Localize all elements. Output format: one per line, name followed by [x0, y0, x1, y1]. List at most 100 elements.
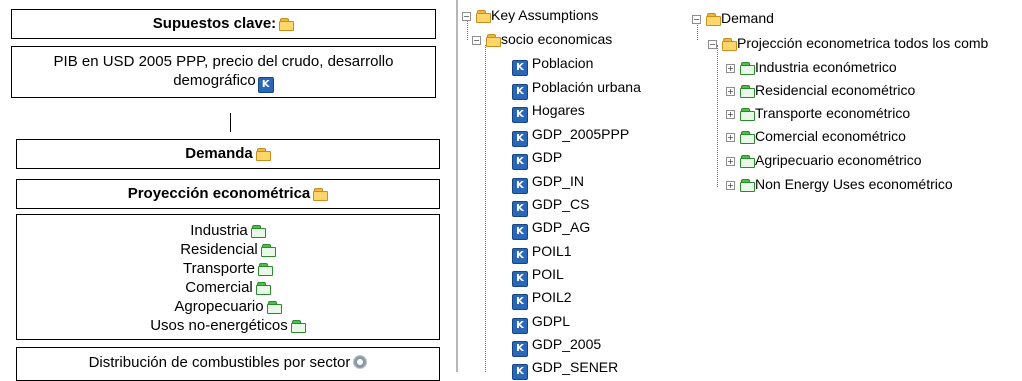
expand-toggle-icon[interactable]: + [726, 110, 735, 119]
expand-toggle-icon[interactable]: + [726, 133, 735, 142]
collapse-toggle-icon[interactable]: − [472, 36, 481, 45]
folder-green-icon [260, 242, 276, 257]
sector-label: Usos no-energéticos [150, 317, 288, 334]
tree-item[interactable]: + Transporte econométrico [726, 105, 910, 122]
pib-text-line1: PIB en USD 2005 PPP, precio del crudo, d… [53, 53, 394, 70]
supuestos-clave-label: Supuestos clave: [152, 15, 277, 32]
variable-k-icon: K [512, 201, 528, 217]
folder-green-icon [250, 223, 266, 238]
tree-item[interactable]: + Residencial econométrico [726, 82, 915, 99]
tree-item[interactable]: K GDP_CS [510, 196, 589, 217]
tree-item[interactable]: K POIL2 [510, 289, 572, 310]
tree-item[interactable]: K GDP_AG [510, 219, 590, 240]
variable-k-icon: K [512, 131, 528, 147]
expand-toggle-icon[interactable]: + [726, 181, 735, 190]
connector-line [230, 113, 231, 132]
tree-item-label: GDPL [531, 313, 571, 329]
tree-item-label: Hogares [531, 102, 585, 118]
folder-green-icon [739, 83, 755, 98]
variable-k-icon: K [512, 224, 528, 240]
tree-node-label: socio economicas [501, 31, 613, 47]
expand-toggle-icon[interactable]: + [726, 157, 735, 166]
sector-row: Agropecuario [17, 297, 439, 316]
tree-node-projeccion[interactable]: − Projección econometrica todos los comb [708, 35, 988, 52]
tree-item[interactable]: K POIL1 [510, 243, 572, 264]
tree-item-label: Non Energy Uses econométrico [755, 176, 953, 192]
tree-item[interactable]: K Poblacion [510, 55, 593, 76]
pib-box: PIB en USD 2005 PPP, precio del crudo, d… [11, 46, 436, 98]
tree-node-label: Projección econometrica todos los comb [737, 35, 989, 51]
collapse-toggle-icon[interactable]: − [692, 15, 701, 24]
expand-toggle-icon[interactable]: + [726, 87, 735, 96]
tree-item-label: Agripecuario econométrico [755, 152, 922, 168]
tree-item-label: GDP_AG [531, 219, 591, 235]
distribucion-box: Distribución de combustibles por sector [16, 347, 440, 381]
folder-open-icon [705, 11, 721, 26]
tree-item[interactable]: K Población urbana [510, 79, 641, 100]
folder-green-icon [739, 177, 755, 192]
tree-item[interactable]: K GDP_IN [510, 173, 584, 194]
variable-k-icon: K [512, 60, 528, 76]
variable-k-icon: K [512, 154, 528, 170]
variable-k-icon: K [512, 271, 528, 287]
key-assumption-icon: K [257, 77, 274, 93]
collapse-toggle-icon[interactable]: − [708, 40, 717, 49]
tree-node-label: Key Assumptions [491, 7, 599, 23]
tree-item[interactable]: + Non Energy Uses econométrico [726, 176, 953, 193]
proyeccion-label: Proyección econométrica [127, 185, 311, 202]
tree-item[interactable]: + Agripecuario econométrico [726, 152, 922, 169]
tree-item[interactable]: K GDP [510, 149, 562, 170]
key-assumptions-tree: − Key Assumptions − socio economicas K Pob… [462, 0, 692, 380]
panel-divider [456, 0, 458, 372]
sector-label: Residencial [180, 241, 258, 258]
tree-item-label: GDP_2005 [531, 336, 602, 352]
tree-item[interactable]: + Comercial econométrico [726, 128, 906, 145]
tree-item-label: Comercial econométrico [755, 128, 906, 144]
folder-open-icon [485, 32, 501, 47]
folder-green-icon [739, 153, 755, 168]
gear-icon [353, 355, 368, 369]
sector-label: Industria [190, 222, 248, 239]
folder-green-icon [739, 106, 755, 121]
folder-green-icon [257, 261, 273, 276]
tree-node-label: Demand [721, 10, 774, 26]
tree-item[interactable]: K Hogares [510, 102, 585, 123]
tree-item[interactable]: K GDPL [510, 313, 570, 334]
variable-k-icon: K [512, 341, 528, 357]
variable-k-icon: K [512, 318, 528, 334]
pib-text-line2: demográfico [173, 72, 256, 89]
tree-node-socio-economicas[interactable]: − socio economicas [472, 31, 612, 48]
sector-row: Residencial [17, 240, 439, 259]
tree-item-label: POIL [531, 266, 564, 282]
tree-node-demand[interactable]: − Demand [692, 10, 774, 27]
tree-item[interactable]: K GDP_2005 [510, 336, 601, 357]
folder-green-icon [739, 60, 755, 75]
proyeccion-box: Proyección econométrica [16, 179, 440, 209]
folder-open-icon [721, 36, 737, 51]
tree-item[interactable]: K POIL [510, 266, 564, 287]
tree-item-label: GDP [531, 149, 563, 165]
tree-item[interactable]: K GDP_SENER [510, 359, 618, 380]
tree-item-label: GDP_2005PPP [531, 126, 630, 142]
collapse-toggle-icon[interactable]: − [462, 12, 471, 21]
tree-item-label: Población urbana [531, 79, 641, 95]
sector-row: Usos no-energéticos [17, 316, 439, 335]
demanda-label: Demanda [185, 145, 253, 162]
tree-item-label: Industria económetrico [755, 59, 897, 75]
tree-item[interactable]: K GDP_2005PPP [510, 126, 629, 147]
tree-item-label: Residencial econométrico [755, 82, 916, 98]
sector-label: Comercial [185, 279, 253, 296]
sector-row: Transporte [17, 259, 439, 278]
folder-icon [255, 146, 271, 161]
expand-toggle-icon[interactable]: + [726, 64, 735, 73]
sector-label: Agropecuario [174, 298, 264, 315]
folder-green-icon [255, 280, 271, 295]
folder-icon [312, 186, 329, 201]
tree-item-label: POIL2 [531, 289, 572, 305]
tree-node-key-assumptions[interactable]: − Key Assumptions [462, 7, 598, 24]
tree-item-label: POIL1 [531, 243, 572, 259]
folder-icon [278, 16, 295, 31]
folder-open-icon [475, 8, 491, 23]
tree-item[interactable]: + Industria económetrico [726, 59, 897, 76]
tree-item-label: GDP_SENER [531, 359, 619, 375]
